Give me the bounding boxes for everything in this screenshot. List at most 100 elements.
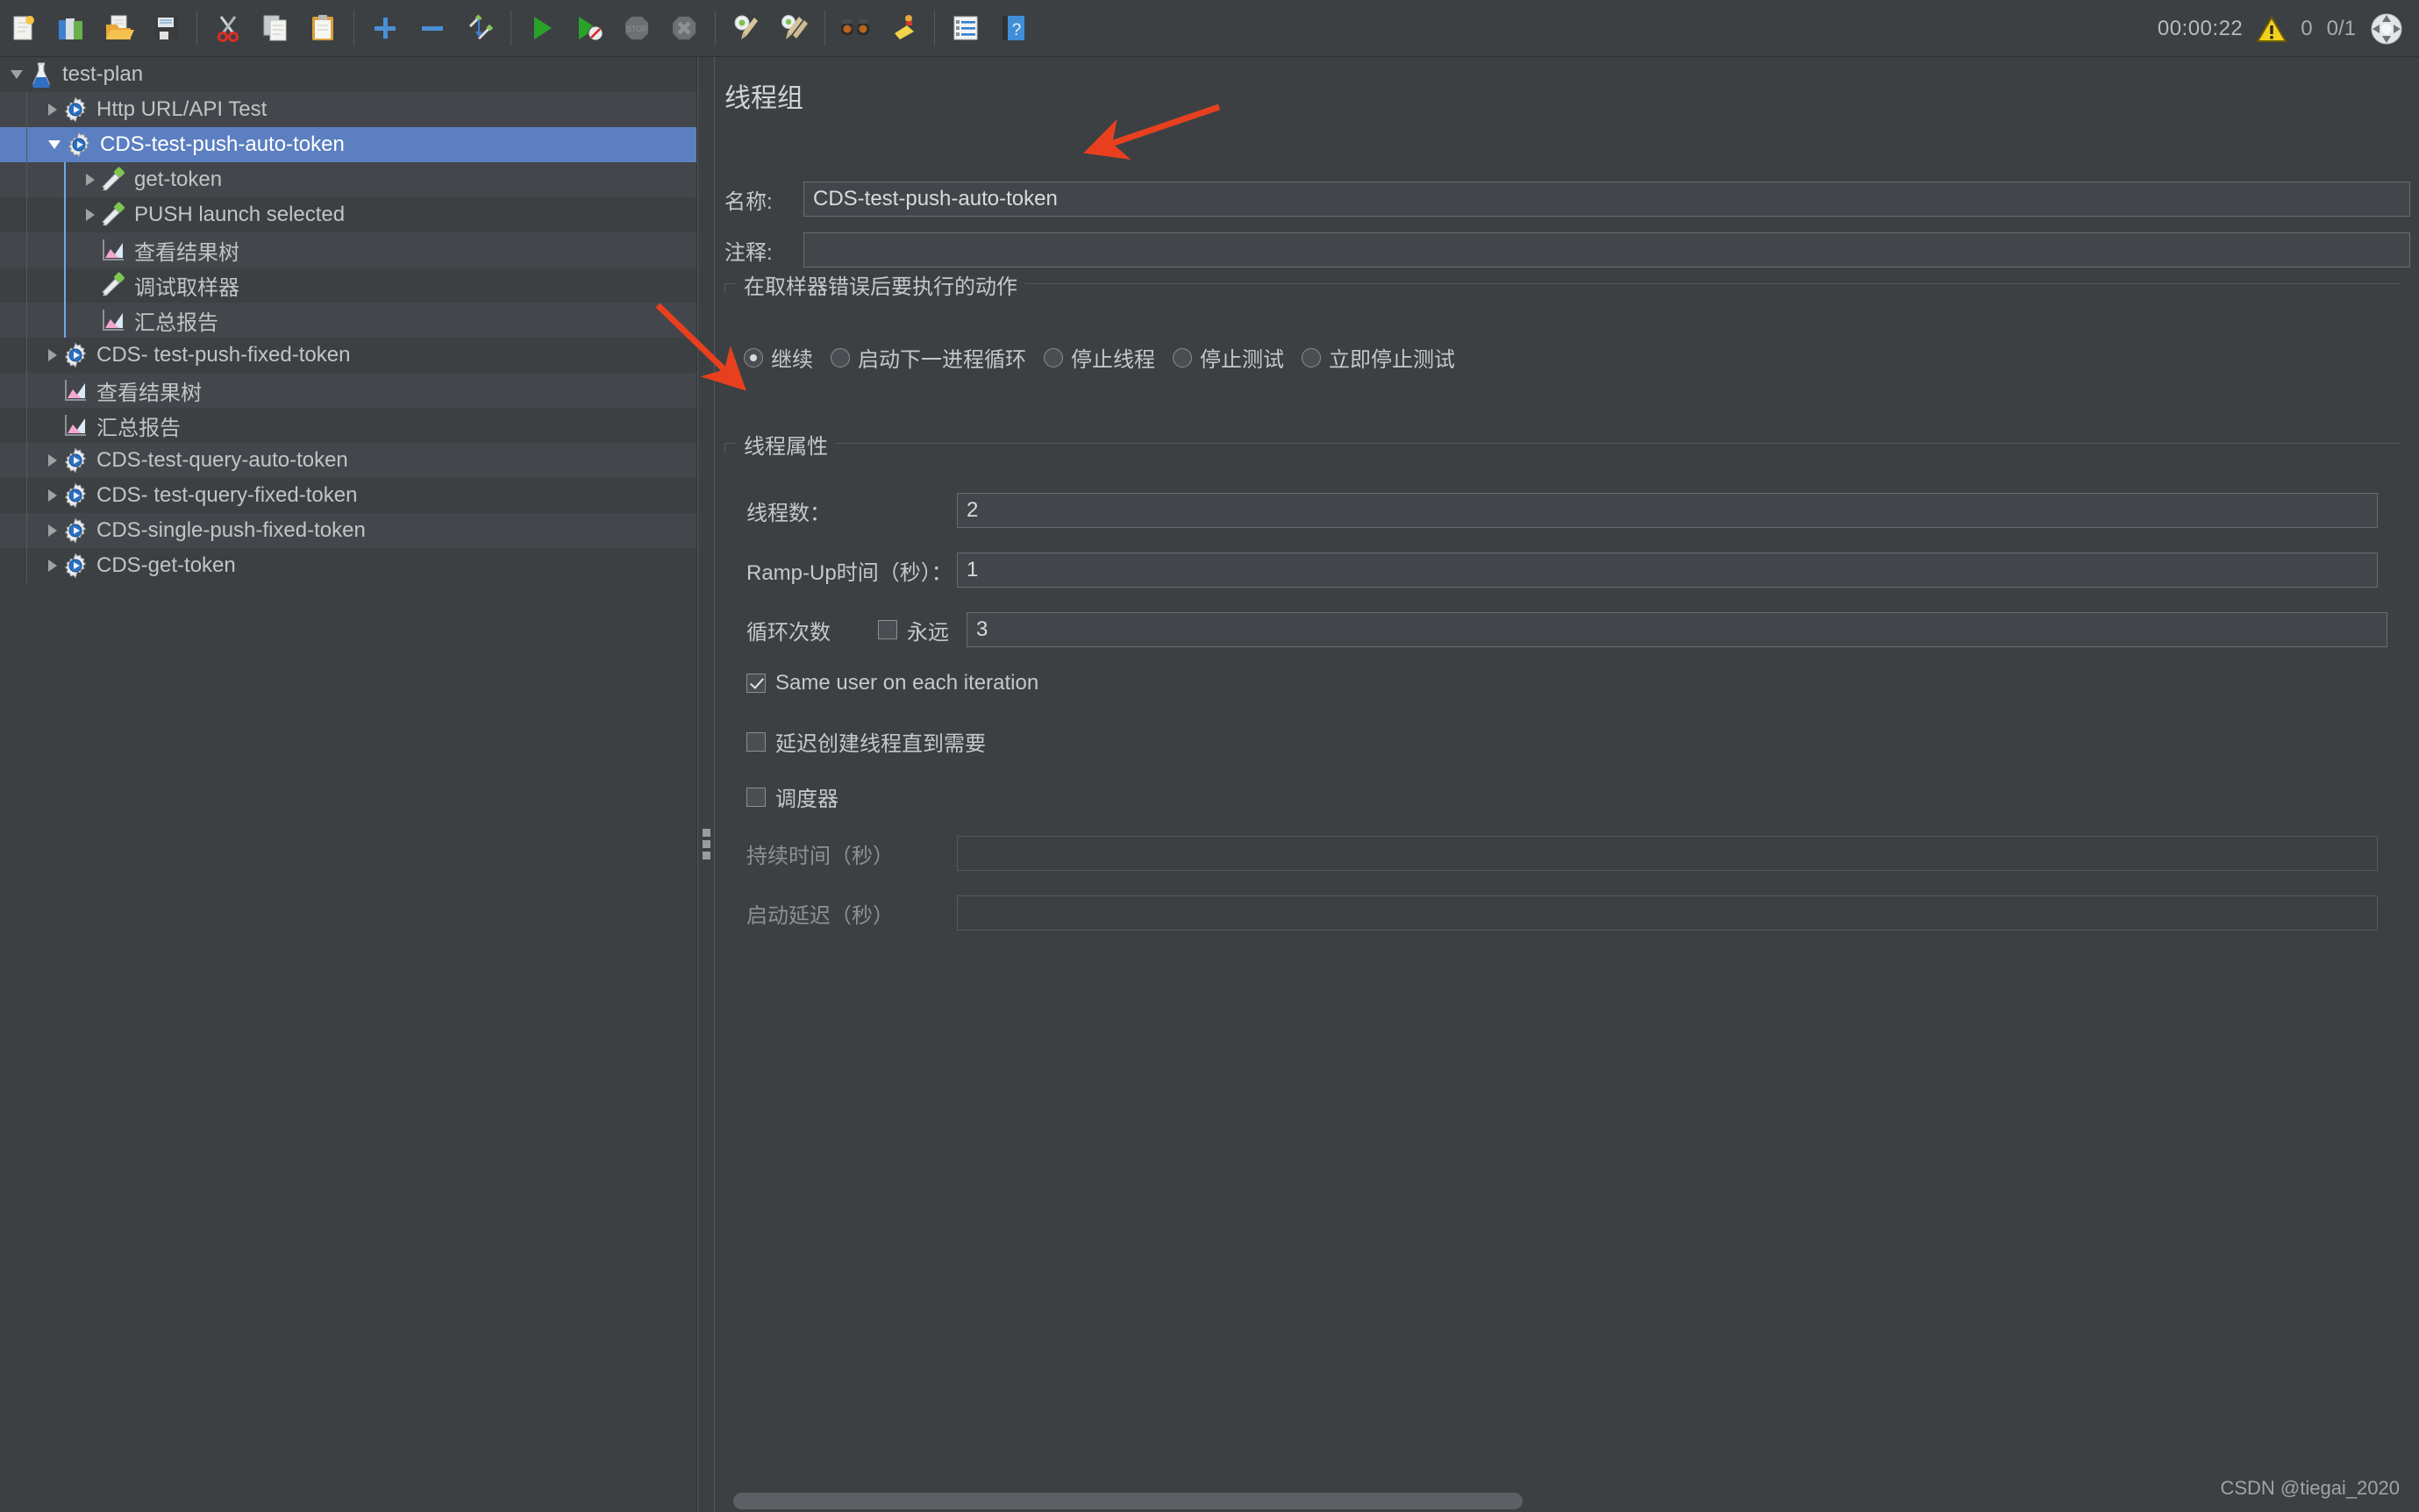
toolbar-separator-4 (715, 11, 716, 46)
tree-node-0[interactable]: test-plan (0, 57, 696, 92)
help-icon: ? (1003, 16, 1024, 40)
chevron-right-icon[interactable] (86, 174, 95, 186)
error-action-option-4[interactable]: 立即停止测试 (1302, 342, 1455, 373)
chevron-right-icon[interactable] (48, 560, 57, 572)
tree-node-8[interactable]: CDS- test-push-fixed-token (0, 338, 696, 373)
reset-search-icon (895, 15, 914, 39)
horizontal-scrollbar[interactable] (716, 1489, 2419, 1512)
name-input[interactable]: CDS-test-push-auto-token (803, 182, 2410, 217)
chevron-right-icon[interactable] (48, 349, 57, 361)
new-button[interactable] (0, 4, 47, 52)
tree-node-12[interactable]: CDS- test-query-fixed-token (0, 478, 696, 513)
split-pane-divider[interactable] (697, 57, 715, 1512)
cut-button[interactable] (204, 4, 252, 52)
shutdown-button[interactable] (660, 4, 708, 52)
delay-create-row[interactable]: 延迟创建线程直到需要 (746, 726, 986, 757)
start-no-pauses-button[interactable] (566, 4, 613, 52)
error-action-option-2[interactable]: 停止线程 (1044, 342, 1155, 373)
startup-delay-input[interactable] (957, 895, 2378, 931)
tree-node-5[interactable]: 查看结果树 (0, 232, 696, 267)
delay-create-checkbox[interactable] (746, 731, 766, 752)
error-action-option-0[interactable]: 继续 (744, 342, 813, 373)
collapse-all-button[interactable] (409, 4, 456, 52)
tree-node-label: CDS-get-token (96, 553, 236, 577)
tree-node-label: get-token (134, 168, 223, 191)
divider-grip[interactable] (703, 829, 710, 859)
templates-button[interactable] (47, 4, 95, 52)
thread-group-gear-icon (64, 342, 87, 368)
chevron-right-icon[interactable] (86, 209, 95, 221)
chevron-down-icon[interactable] (48, 140, 61, 149)
error-action-group-title: 在取样器错误后要执行的动作 (737, 269, 1024, 300)
help-button[interactable]: ? (989, 4, 1037, 52)
radio-button[interactable] (831, 347, 850, 367)
reset-search-button[interactable] (880, 4, 927, 52)
chevron-right-icon[interactable] (48, 454, 57, 467)
loops-input[interactable]: 3 (967, 612, 2387, 647)
function-helper-button[interactable] (942, 4, 989, 52)
startup-delay-field-row: 启动延迟（秒） (746, 895, 2378, 931)
tree-guide-line (26, 338, 27, 373)
open-icon (106, 15, 134, 39)
error-action-option-1[interactable]: 启动下一进程循环 (831, 342, 1026, 373)
radio-button[interactable] (1173, 347, 1192, 367)
warning-triangle-icon[interactable] (2257, 15, 2287, 42)
toolbar-separator-3 (510, 11, 511, 46)
start-button[interactable] (518, 4, 566, 52)
radio-button[interactable] (1044, 347, 1063, 367)
toolbar-status-area: 00:00:22 0 0/1 (2158, 0, 2403, 57)
threads-input[interactable]: 2 (957, 493, 2378, 528)
tree-node-10[interactable]: 汇总报告 (0, 408, 696, 443)
same-user-checkbox[interactable] (746, 674, 766, 693)
tree-node-label: CDS- test-query-fixed-token (96, 483, 358, 507)
tree-node-2[interactable]: CDS-test-push-auto-token (0, 127, 696, 162)
expand-all-button[interactable] (361, 4, 409, 52)
scheduler-checkbox[interactable] (746, 787, 766, 807)
toolbar-separator-1 (196, 11, 197, 46)
duration-input[interactable] (957, 836, 2378, 871)
chevron-right-icon[interactable] (48, 489, 57, 502)
radio-button[interactable] (1302, 347, 1321, 367)
chevron-right-icon[interactable] (48, 103, 57, 116)
tree-node-9[interactable]: 查看结果树 (0, 373, 696, 408)
clear-button[interactable] (723, 4, 770, 52)
tree-guide-line (26, 478, 27, 513)
same-user-row[interactable]: Same user on each iteration (746, 671, 1038, 695)
horizontal-scrollbar-thumb[interactable] (733, 1493, 1523, 1509)
activity-indicator-icon (2371, 13, 2402, 44)
radio-button[interactable] (744, 347, 763, 367)
tree-guide-line (26, 443, 27, 478)
comment-input[interactable] (803, 232, 2410, 267)
tree-node-3[interactable]: get-token (0, 162, 696, 197)
tree-node-6[interactable]: 调试取样器 (0, 267, 696, 303)
save-button[interactable] (142, 4, 189, 52)
tree-node-13[interactable]: CDS-single-push-fixed-token (0, 513, 696, 548)
tree-node-7[interactable]: 汇总报告 (0, 303, 696, 338)
chevron-right-icon[interactable] (48, 524, 57, 537)
comment-field-row: 注释: (724, 232, 2410, 267)
tree-rows-container: test-plan Http URL/API Test CDS-test-push-… (0, 57, 696, 1512)
tree-node-1[interactable]: Http URL/API Test (0, 92, 696, 127)
forever-label: 永远 (907, 620, 949, 645)
forever-checkbox[interactable] (878, 620, 897, 639)
rampup-input[interactable]: 1 (957, 553, 2378, 588)
test-plan-tree-panel[interactable]: test-plan Http URL/API Test CDS-test-push-… (0, 57, 697, 1512)
tree-node-11[interactable]: CDS-test-query-auto-token (0, 443, 696, 478)
toolbar-group-tree (361, 4, 503, 52)
paste-button[interactable] (299, 4, 346, 52)
stop-button[interactable]: STOP (613, 4, 660, 52)
tree-node-label: CDS-single-push-fixed-token (96, 518, 366, 542)
chevron-down-icon[interactable] (11, 70, 23, 79)
open-button[interactable] (95, 4, 142, 52)
clear-all-button[interactable] (770, 4, 817, 52)
tree-node-4[interactable]: PUSH launch selected (0, 197, 696, 232)
scheduler-row[interactable]: 调度器 (746, 781, 838, 812)
rampup-field-row: Ramp-Up时间（秒）： 1 (746, 553, 2378, 588)
error-action-option-3[interactable]: 停止测试 (1173, 342, 1284, 373)
tree-node-label: 查看结果树 (134, 240, 239, 265)
tree-node-14[interactable]: CDS-get-token (0, 548, 696, 583)
search-button[interactable] (832, 4, 880, 52)
toggle-button[interactable] (456, 4, 503, 52)
copy-button[interactable] (252, 4, 299, 52)
